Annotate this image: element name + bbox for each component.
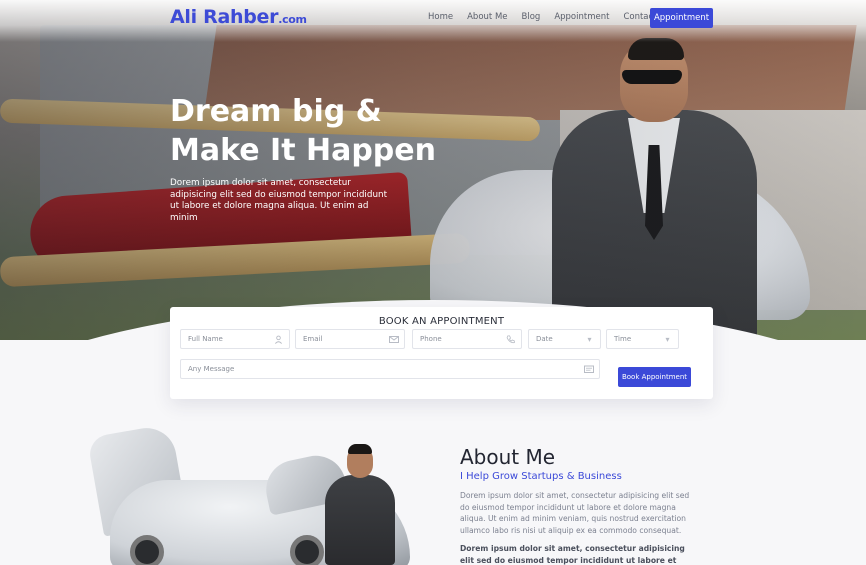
nav-links: Home About Me Blog Appointment Contact [428, 12, 671, 22]
full-name-placeholder: Full Name [188, 335, 223, 343]
site-logo[interactable]: Ali Rahber.com [170, 6, 307, 28]
email-placeholder: Email [303, 335, 323, 343]
hero-section [0, 0, 866, 340]
full-name-field[interactable]: Full Name [180, 329, 290, 349]
about-paragraph: Dorem ipsum dolor sit amet, consectetur … [460, 491, 690, 535]
hero-subtitle: Dorem ipsum dolor sit amet, consectetur … [170, 178, 388, 223]
user-icon [274, 335, 283, 344]
message-icon [584, 365, 594, 374]
hero-title-line1: Dream big & [170, 94, 382, 129]
email-field[interactable]: Email [295, 329, 405, 349]
nav-link-about[interactable]: About Me [467, 12, 507, 22]
car-wheel [130, 535, 164, 565]
time-placeholder: Time [614, 335, 632, 343]
man-sitting [325, 475, 395, 565]
nav-link-home[interactable]: Home [428, 12, 453, 22]
booking-card: BOOK AN APPOINTMENT Full Name Email Phon… [170, 307, 713, 399]
message-placeholder: Any Message [188, 365, 235, 373]
about-paragraph-bold: Dorem ipsum dolor sit amet, consectetur … [460, 544, 685, 565]
man-hair [348, 444, 372, 454]
phone-field[interactable]: Phone [412, 329, 522, 349]
date-placeholder: Date [536, 335, 553, 343]
hero-title: Dream big & Make It Happen [170, 92, 436, 170]
phone-placeholder: Phone [420, 335, 442, 343]
logo-name: Ali Rahber [170, 6, 279, 28]
top-navigation: Ali Rahber.com Home About Me Blog Appoin… [0, 0, 866, 38]
phone-icon [506, 335, 515, 344]
hero-title-line2: Make It Happen [170, 133, 436, 168]
date-select[interactable]: Date ▾ [528, 329, 601, 349]
hero-overlay [0, 0, 866, 340]
mail-icon [389, 335, 399, 344]
about-subtitle: I Help Grow Startups & Business [460, 471, 622, 482]
logo-domain: .com [278, 13, 307, 26]
message-field[interactable]: Any Message [180, 359, 600, 379]
nav-link-appointment[interactable]: Appointment [554, 12, 609, 22]
car-wheel [290, 535, 324, 565]
appointment-button[interactable]: Appointment [650, 8, 713, 28]
chevron-down-icon: ▾ [665, 335, 670, 344]
nav-link-blog[interactable]: Blog [522, 12, 541, 22]
time-select[interactable]: Time ▾ [606, 329, 679, 349]
booking-title: BOOK AN APPOINTMENT [378, 316, 505, 327]
chevron-down-icon: ▾ [587, 335, 592, 344]
book-appointment-button[interactable]: Book Appointment [618, 367, 691, 387]
about-image [86, 423, 430, 565]
about-title: About Me [460, 445, 556, 469]
